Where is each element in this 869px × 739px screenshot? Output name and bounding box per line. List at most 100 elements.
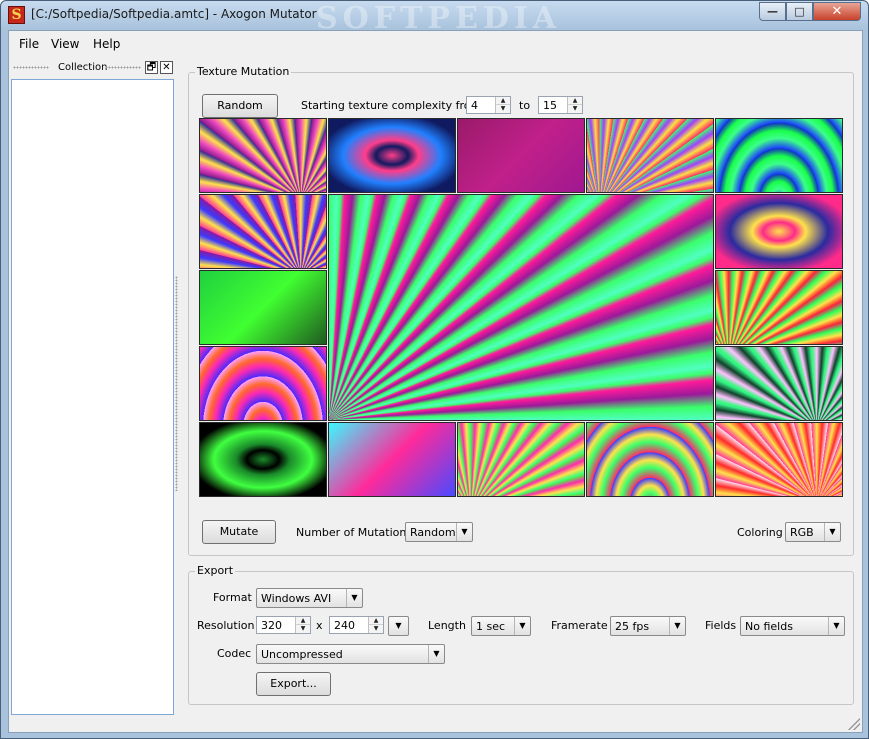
texture-8[interactable] — [199, 270, 327, 345]
texture-5[interactable] — [715, 118, 843, 193]
close-icon: ✕ — [162, 62, 171, 73]
texture-mutation-title: Texture Mutation — [195, 65, 292, 78]
resolution-x-label: x — [316, 619, 323, 632]
spin-up-icon[interactable]: ▲ — [296, 617, 310, 625]
menu-bar: File View Help — [9, 31, 862, 57]
texture-15[interactable] — [586, 422, 714, 497]
mutate-button[interactable]: Mutate — [202, 520, 276, 544]
resolution-label: Resolution — [197, 619, 255, 632]
spin-down-icon[interactable]: ▼ — [568, 105, 582, 113]
codec-label: Codec — [217, 647, 252, 660]
resolution-height-spinbox[interactable]: 240 ▲ ▼ — [329, 616, 384, 634]
texture-1[interactable] — [199, 118, 327, 193]
minimize-icon: — — [767, 5, 778, 18]
maximize-icon: □ — [794, 5, 805, 18]
complexity-to-spinbox[interactable]: 15 ▲ ▼ — [538, 96, 583, 114]
mutations-label: Number of Mutations — [296, 526, 413, 539]
format-value: Windows AVI — [261, 592, 332, 605]
coloring-select[interactable]: RGB ▼ — [785, 522, 841, 542]
spin-down-icon[interactable]: ▼ — [496, 105, 510, 113]
coloring-label: Coloring — [737, 526, 783, 539]
fields-value: No fields — [745, 620, 793, 633]
fields-label: Fields — [705, 619, 737, 632]
spin-arrows[interactable]: ▲ ▼ — [567, 97, 582, 113]
chevron-down-icon: ▼ — [395, 621, 402, 630]
spin-arrows[interactable]: ▲ ▼ — [295, 617, 310, 633]
spin-arrows[interactable]: ▲ ▼ — [368, 617, 383, 633]
texture-7[interactable] — [715, 194, 843, 269]
texture-4[interactable] — [586, 118, 714, 193]
minimize-button[interactable]: — — [759, 2, 786, 21]
chevron-down-icon: ▼ — [428, 645, 444, 663]
app-logo-icon: S — [8, 6, 25, 24]
resolution-width-value: 320 — [261, 619, 282, 632]
dock-float-button[interactable]: 🗗 — [145, 61, 158, 74]
to-label: to — [519, 99, 531, 112]
spin-up-icon[interactable]: ▲ — [496, 97, 510, 105]
resolution-width-spinbox[interactable]: 320 ▲ ▼ — [256, 616, 311, 634]
format-select[interactable]: Windows AVI ▼ — [256, 588, 363, 608]
chevron-down-icon: ▼ — [456, 523, 472, 541]
texture-3[interactable] — [457, 118, 585, 193]
texture-11[interactable] — [715, 346, 843, 421]
spin-down-icon[interactable]: ▼ — [296, 625, 310, 633]
collection-dock-title[interactable]: Collection 🗗 ✕ — [11, 61, 175, 75]
coloring-value: RGB — [790, 526, 814, 539]
collection-title: Collection — [58, 62, 108, 73]
dock-splitter[interactable] — [175, 276, 178, 491]
mutations-select[interactable]: Random ▼ — [405, 522, 473, 542]
dock-grip-right — [105, 66, 141, 69]
maximize-button[interactable]: □ — [786, 2, 813, 21]
export-button[interactable]: Export... — [256, 672, 331, 696]
texture-2[interactable] — [328, 118, 456, 193]
length-select[interactable]: 1 sec ▼ — [471, 616, 531, 636]
format-label: Format — [213, 591, 252, 604]
complexity-label: Starting texture complexity from — [301, 99, 482, 112]
texture-16[interactable] — [715, 422, 843, 497]
chevron-down-icon: ▼ — [669, 617, 685, 635]
texture-mutation-group: Texture Mutation Random Start Starting t… — [188, 65, 854, 556]
length-value: 1 sec — [476, 620, 506, 633]
spin-arrows[interactable]: ▲ ▼ — [495, 97, 510, 113]
window-controls: — □ ✕ — [759, 2, 863, 21]
complexity-to-value: 15 — [543, 99, 557, 112]
texture-big[interactable] — [328, 194, 714, 421]
spin-up-icon[interactable]: ▲ — [568, 97, 582, 105]
fields-select[interactable]: No fields ▼ — [740, 616, 845, 636]
framerate-value: 25 fps — [615, 620, 650, 633]
dock-grip-left — [13, 66, 49, 69]
close-button[interactable]: ✕ — [813, 2, 861, 21]
codec-select[interactable]: Uncompressed ▼ — [256, 644, 445, 664]
menu-file[interactable]: File — [19, 37, 39, 51]
chevron-down-icon: ▼ — [828, 617, 844, 635]
menu-view[interactable]: View — [51, 37, 79, 51]
size-grip[interactable] — [848, 718, 860, 730]
codec-value: Uncompressed — [261, 648, 343, 661]
menu-help[interactable]: Help — [93, 37, 120, 51]
random-start-button[interactable]: Random Start — [202, 94, 278, 134]
texture-12[interactable] — [199, 422, 327, 497]
title-bar[interactable]: S [C:/Softpedia/Softpedia.amtc] - Axogon… — [1, 1, 868, 36]
texture-10[interactable] — [199, 346, 327, 421]
collection-list[interactable] — [11, 79, 174, 715]
float-icon: 🗗 — [146, 62, 157, 73]
spin-down-icon[interactable]: ▼ — [369, 625, 383, 633]
texture-13[interactable] — [328, 422, 456, 497]
spin-up-icon[interactable]: ▲ — [369, 617, 383, 625]
close-icon: ✕ — [831, 4, 843, 19]
dock-close-button[interactable]: ✕ — [160, 61, 173, 74]
complexity-from-spinbox[interactable]: 4 ▲ ▼ — [466, 96, 511, 114]
client-area: File View Help Collection 🗗 ✕ Texture Mu… — [8, 30, 863, 733]
texture-9[interactable] — [715, 270, 843, 345]
framerate-select[interactable]: 25 fps ▼ — [610, 616, 686, 636]
export-title: Export — [195, 564, 236, 577]
texture-6[interactable] — [199, 194, 327, 269]
texture-14[interactable] — [457, 422, 585, 497]
chevron-down-icon: ▼ — [824, 523, 840, 541]
chevron-down-icon: ▼ — [346, 589, 362, 607]
complexity-from-value: 4 — [471, 99, 478, 112]
window-title: [C:/Softpedia/Softpedia.amtc] - Axogon M… — [31, 7, 317, 21]
app-window: S [C:/Softpedia/Softpedia.amtc] - Axogon… — [0, 0, 869, 739]
framerate-label: Framerate — [551, 619, 608, 632]
resolution-preset-button[interactable]: ▼ — [388, 616, 409, 636]
